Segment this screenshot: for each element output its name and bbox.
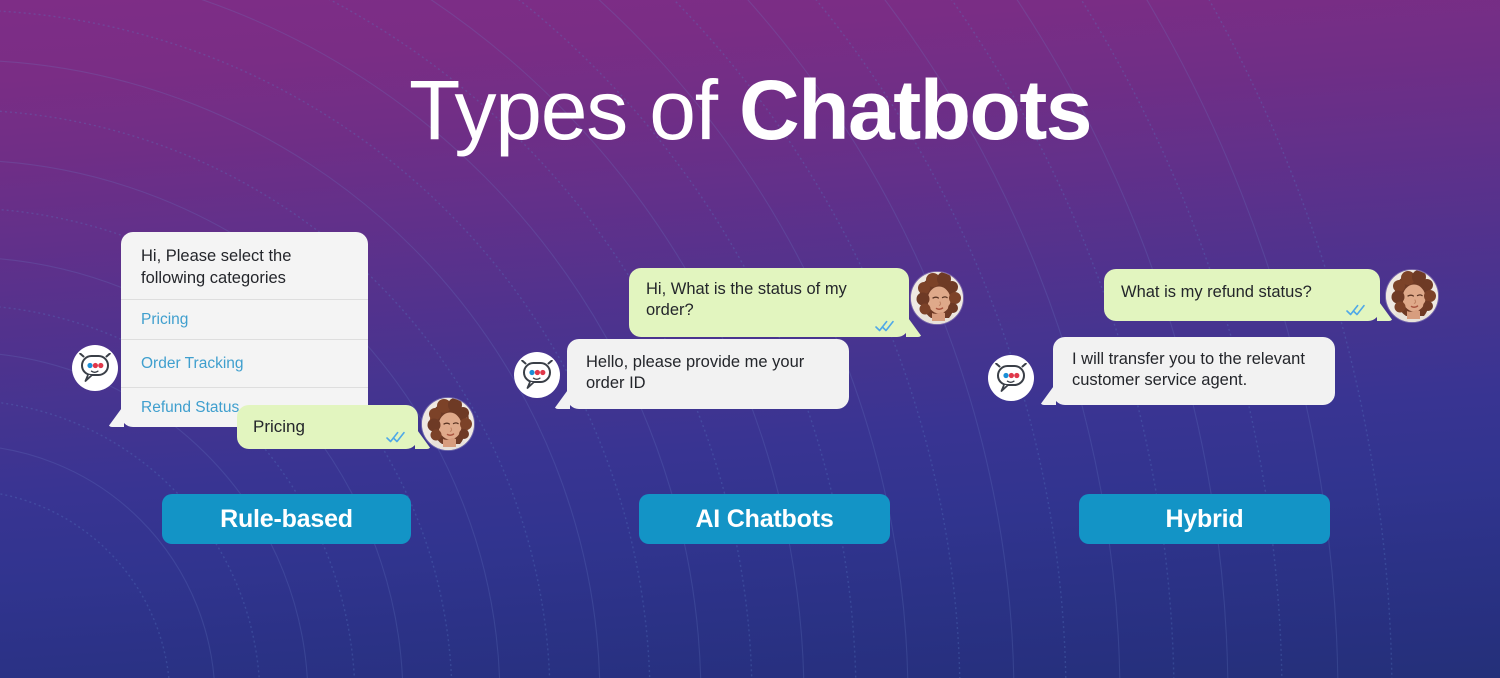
bubble-tail [108, 405, 124, 427]
menu-option-pricing[interactable]: Pricing [121, 299, 368, 339]
bubble-tail [1040, 383, 1056, 405]
chatbot-face-icon [72, 345, 118, 391]
category-label-ai-chatbots[interactable]: AI Chatbots [639, 494, 890, 544]
read-receipt-double-check-icon [1346, 304, 1366, 316]
user-message-bubble: Pricing [237, 405, 431, 449]
bubble-tail [554, 387, 570, 409]
bubble-tail [906, 315, 922, 337]
user-message-text: Pricing [253, 417, 305, 436]
bot-message-bubble: I will transfer you to the relevant cust… [1040, 337, 1335, 405]
menu-option-order-tracking[interactable]: Order Tracking [121, 339, 368, 387]
column-ai-chatbots: Hi, What is the status of my order? Hell… [500, 0, 1000, 678]
rule-based-menu-card: Hi, Please select the following categori… [108, 232, 368, 427]
bot-message-bubble: Hello, please provide me your order ID [554, 339, 849, 409]
bot-message-text: Hello, please provide me your order ID [586, 353, 805, 392]
infographic-canvas: Types of Chatbots Hi, Please select the … [0, 0, 1500, 678]
bot-message-text: I will transfer you to the relevant cust… [1072, 350, 1305, 389]
column-rule-based: Hi, Please select the following categori… [0, 0, 500, 678]
category-label-rule-based[interactable]: Rule-based [162, 494, 411, 544]
user-avatar-photo [422, 398, 474, 450]
column-hybrid: What is my refund status? I will transfe… [988, 0, 1500, 678]
chatbot-face-icon [988, 355, 1034, 401]
user-message-bubble: What is my refund status? [1104, 269, 1393, 321]
menu-heading: Hi, Please select the following categori… [141, 247, 292, 287]
user-avatar-photo [1386, 270, 1438, 322]
category-label-hybrid[interactable]: Hybrid [1079, 494, 1330, 544]
chatbot-face-icon [514, 352, 560, 398]
user-avatar-photo [911, 272, 963, 324]
user-message-text: What is my refund status? [1121, 283, 1312, 301]
user-message-bubble: Hi, What is the status of my order? [629, 268, 922, 337]
read-receipt-double-check-icon [875, 320, 895, 332]
user-message-text: Hi, What is the status of my order? [646, 280, 847, 319]
read-receipt-double-check-icon [386, 431, 406, 443]
